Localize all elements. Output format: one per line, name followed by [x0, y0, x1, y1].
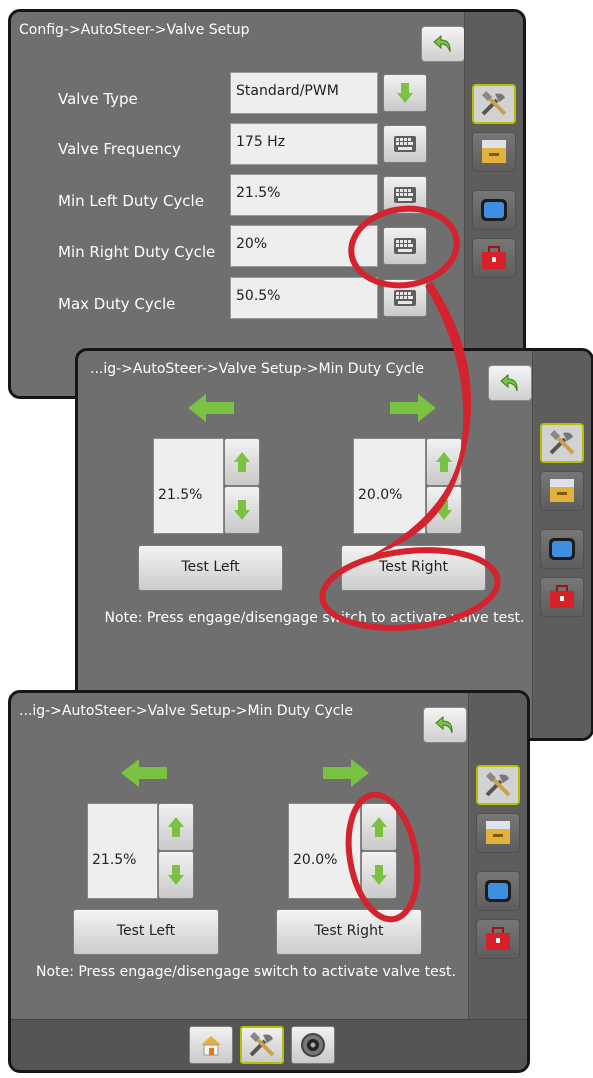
camera-icon	[301, 1033, 325, 1057]
left-arrow-icon	[121, 759, 167, 787]
back-arrow-icon	[435, 715, 453, 734]
monitor-icon	[485, 880, 511, 902]
keyboard-icon	[394, 136, 416, 152]
sidebar-console-button[interactable]	[476, 813, 520, 853]
toolbox-icon	[550, 585, 574, 608]
back-button[interactable]	[423, 707, 467, 743]
back-button[interactable]	[421, 26, 465, 62]
breadcrumb: ...ig->AutoSteer->Valve Setup->Min Duty …	[90, 361, 424, 377]
down-arrow-icon	[436, 500, 452, 520]
console-icon	[482, 140, 506, 163]
up-arrow-icon	[371, 817, 387, 837]
right-arrow-icon	[390, 394, 436, 422]
min-duty-panel-2: ...ig->AutoSteer->Valve Setup->Min Duty …	[8, 690, 530, 1073]
left-decrease-button[interactable]	[158, 851, 194, 899]
valve-test-note: Note: Press engage/disengage switch to a…	[36, 964, 456, 980]
tools-icon	[481, 91, 507, 116]
console-icon	[486, 821, 510, 844]
tools-icon	[485, 772, 511, 797]
right-arrow-icon	[323, 759, 369, 787]
right-decrease-button[interactable]	[361, 851, 397, 899]
valve-frequency-field[interactable]: 175 Hz	[230, 123, 378, 165]
max-duty-field[interactable]: 50.5%	[230, 277, 378, 319]
back-arrow-icon	[500, 373, 518, 392]
down-arrow-icon	[168, 865, 184, 885]
valve-type-label: Valve Type	[58, 90, 138, 108]
tools-icon	[549, 430, 575, 455]
valve-setup-panel: Config->AutoSteer->Valve Setup Valve Typ…	[8, 9, 526, 399]
valve-type-field[interactable]: Standard/PWM	[230, 72, 378, 114]
sidebar-toolbox-button[interactable]	[472, 238, 516, 278]
left-decrease-button[interactable]	[224, 486, 260, 534]
home-tab[interactable]	[189, 1026, 233, 1064]
down-arrow-icon	[234, 500, 250, 520]
down-arrow-icon	[397, 83, 413, 103]
toolbox-icon	[482, 246, 506, 269]
min-left-duty-keyboard-button[interactable]	[383, 176, 427, 214]
keyboard-icon	[394, 187, 416, 203]
test-right-button[interactable]: Test Right	[341, 545, 486, 591]
left-increase-button[interactable]	[224, 438, 260, 486]
toolbox-icon	[486, 927, 510, 950]
left-increase-button[interactable]	[158, 803, 194, 851]
test-left-button[interactable]: Test Left	[138, 545, 283, 591]
min-left-duty-field[interactable]: 21.5%	[230, 174, 378, 216]
up-arrow-icon	[436, 452, 452, 472]
tools-tab[interactable]	[240, 1026, 284, 1064]
right-decrease-button[interactable]	[426, 486, 462, 534]
tools-icon	[249, 1032, 275, 1057]
valve-test-note: Note: Press engage/disengage switch to a…	[104, 610, 525, 626]
right-increase-button[interactable]	[426, 438, 462, 486]
up-arrow-icon	[168, 817, 184, 837]
sidebar-monitor-button[interactable]	[540, 529, 584, 569]
min-right-duty-field[interactable]: 20%	[230, 225, 378, 267]
sidebar-monitor-button[interactable]	[476, 871, 520, 911]
sidebar-toolbox-button[interactable]	[476, 919, 520, 959]
test-right-button[interactable]: Test Right	[276, 909, 422, 955]
right-increase-button[interactable]	[361, 803, 397, 851]
sidebar	[464, 12, 523, 396]
left-duty-value: 21.5%	[153, 438, 224, 534]
sidebar-tools-button[interactable]	[476, 765, 520, 805]
right-duty-value: 20.0%	[353, 438, 426, 534]
min-right-duty-label: Min Right Duty Cycle	[58, 243, 216, 261]
camera-tab[interactable]	[291, 1026, 335, 1064]
down-arrow-icon	[371, 865, 387, 885]
valve-type-dropdown-button[interactable]	[383, 74, 427, 112]
min-right-duty-keyboard-button[interactable]	[383, 227, 427, 265]
sidebar	[532, 351, 591, 738]
console-icon	[550, 479, 574, 502]
sidebar-tools-button[interactable]	[540, 423, 584, 463]
max-duty-label: Max Duty Cycle	[58, 295, 176, 313]
left-arrow-icon	[188, 394, 234, 422]
sidebar-monitor-button[interactable]	[472, 190, 516, 230]
min-left-duty-label: Min Left Duty Cycle	[58, 192, 204, 210]
max-duty-keyboard-button[interactable]	[383, 279, 427, 317]
up-arrow-icon	[234, 452, 250, 472]
home-icon	[201, 1036, 221, 1056]
min-duty-panel-1: ...ig->AutoSteer->Valve Setup->Min Duty …	[75, 348, 593, 741]
breadcrumb: ...ig->AutoSteer->Valve Setup->Min Duty …	[19, 703, 353, 719]
sidebar	[468, 693, 527, 1020]
test-left-button[interactable]: Test Left	[73, 909, 219, 955]
monitor-icon	[481, 199, 507, 221]
bottom-nav-bar	[11, 1019, 527, 1070]
valve-frequency-label: Valve Frequency	[58, 140, 181, 158]
valve-frequency-keyboard-button[interactable]	[383, 125, 427, 163]
breadcrumb: Config->AutoSteer->Valve Setup	[19, 22, 250, 38]
left-duty-value: 21.5%	[87, 803, 158, 899]
right-duty-value: 20.0%	[288, 803, 361, 899]
sidebar-console-button[interactable]	[472, 132, 516, 172]
back-arrow-icon	[433, 34, 451, 53]
back-button[interactable]	[488, 365, 532, 401]
sidebar-toolbox-button[interactable]	[540, 577, 584, 617]
monitor-icon	[549, 538, 575, 560]
sidebar-console-button[interactable]	[540, 471, 584, 511]
sidebar-tools-button[interactable]	[472, 84, 516, 124]
keyboard-icon	[394, 290, 416, 306]
keyboard-icon	[394, 238, 416, 254]
